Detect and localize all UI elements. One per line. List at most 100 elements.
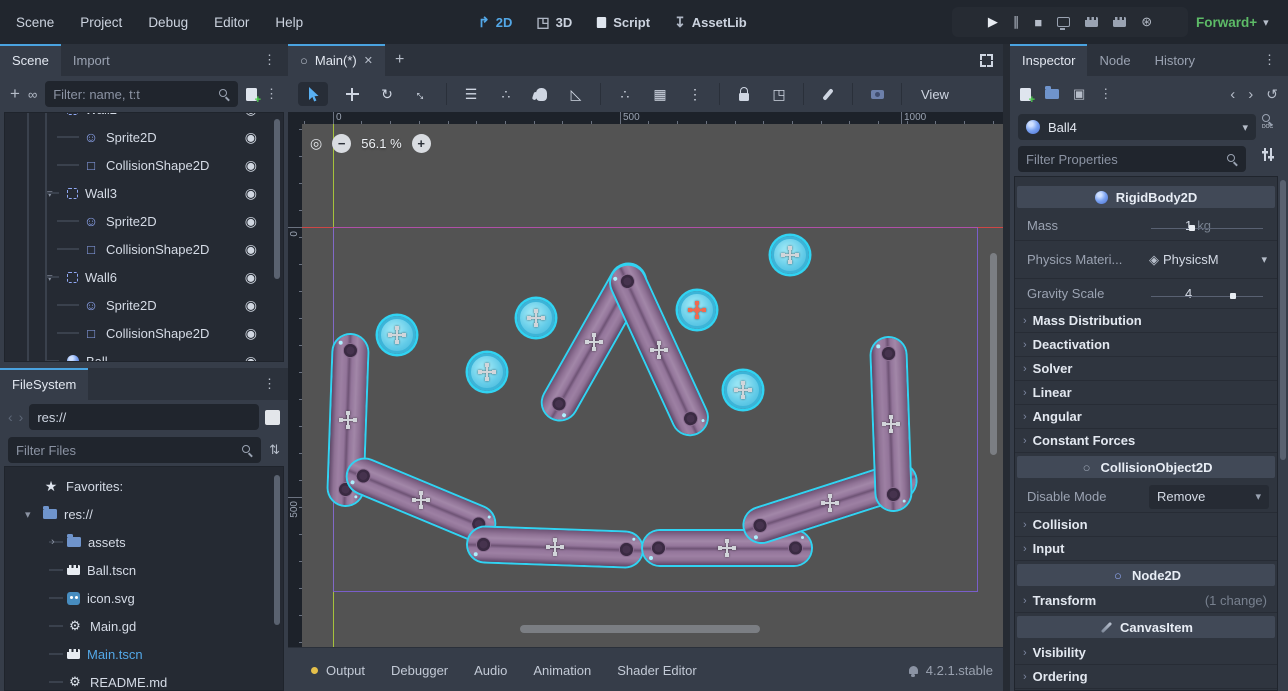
select-tool-button[interactable]: [298, 82, 328, 106]
history-forward-icon[interactable]: ›: [19, 409, 24, 425]
toggle-split-mode-button[interactable]: [265, 410, 280, 425]
remote-debug-icon[interactable]: [1057, 17, 1070, 27]
menu-help[interactable]: Help: [275, 15, 303, 30]
tab-inspector-menu-icon[interactable]: ⋮: [1263, 52, 1276, 68]
tree-row-collisionshape2d[interactable]: □CollisionShape2D◉: [5, 151, 283, 179]
file-row-favorites-[interactable]: ★Favorites:: [5, 472, 283, 500]
tree-row-sprite2d[interactable]: ☺Sprite2D◉: [5, 291, 283, 319]
workspace-script[interactable]: Script: [596, 15, 650, 30]
vertical-scrollbar[interactable]: [990, 253, 997, 455]
zoom-out-button[interactable]: −: [332, 134, 351, 153]
tab-scene-dock-scene[interactable]: Scene: [0, 44, 61, 76]
group-mass-distribution[interactable]: ›Mass Distribution: [1015, 309, 1277, 333]
tree-row-collisionshape2d[interactable]: □CollisionShape2D◉: [5, 319, 283, 347]
menu-scene[interactable]: Scene: [16, 15, 54, 30]
file-list-scrollbar[interactable]: [274, 475, 280, 625]
inspector-scrollbar[interactable]: [1280, 180, 1286, 460]
tab-scene-dock-import[interactable]: Import: [61, 44, 122, 76]
position-tool-icon[interactable]: ∴: [495, 82, 517, 106]
tab-inspector-inspector[interactable]: Inspector: [1010, 44, 1087, 76]
file-filter-input[interactable]: Filter Files: [8, 437, 261, 463]
new-scene-tab-button[interactable]: +: [395, 51, 404, 69]
visibility-toggle-icon[interactable]: ◉: [245, 241, 257, 258]
transform-gizmo[interactable]: [412, 491, 430, 509]
spin-slider[interactable]: 1kg: [1149, 218, 1277, 233]
spin-slider[interactable]: 4: [1149, 286, 1277, 301]
tab-filesystem-menu-icon[interactable]: ⋮: [263, 376, 276, 392]
transform-gizmo[interactable]: [650, 341, 668, 359]
resource-picker[interactable]: ◈PhysicsM▾: [1149, 252, 1277, 268]
tab-inspector-node[interactable]: Node: [1087, 44, 1142, 76]
tree-row-ball[interactable]: Ball◉: [5, 347, 283, 362]
group-input[interactable]: ›Input: [1015, 537, 1277, 561]
group-angular[interactable]: ›Angular: [1015, 405, 1277, 429]
sort-files-icon[interactable]: ⇅: [269, 442, 280, 458]
visibility-toggle-icon[interactable]: ◉: [245, 129, 257, 146]
transform-gizmo[interactable]: [478, 363, 496, 381]
transform-gizmo[interactable]: [718, 539, 736, 557]
file-row-icon-svg[interactable]: icon.svg: [5, 584, 283, 612]
transform-gizmo[interactable]: [781, 246, 799, 264]
view-menu[interactable]: View: [915, 87, 955, 102]
transform-gizmo[interactable]: [527, 309, 545, 327]
rotate-tool-icon[interactable]: ↻: [376, 82, 398, 106]
file-row-main-tscn[interactable]: Main.tscn: [5, 640, 283, 668]
zoom-in-button[interactable]: +: [412, 134, 431, 153]
bottom-tab-audio[interactable]: Audio: [461, 648, 520, 691]
visibility-toggle-icon[interactable]: ◉: [245, 112, 257, 118]
transform-gizmo[interactable]: [734, 381, 752, 399]
visibility-toggle-icon[interactable]: ◉: [245, 185, 257, 202]
bottom-tab-animation[interactable]: Animation: [520, 648, 604, 691]
bottom-tab-output[interactable]: Output: [298, 648, 378, 691]
menu-project[interactable]: Project: [80, 15, 122, 30]
menu-editor[interactable]: Editor: [214, 15, 249, 30]
visibility-toggle-icon[interactable]: ◉: [245, 269, 257, 286]
transform-gizmo[interactable]: [585, 333, 603, 351]
workspace-2d[interactable]: ↱2D: [478, 14, 512, 31]
snapping-options-icon[interactable]: ⋮: [684, 82, 706, 106]
lock-icon[interactable]: [739, 93, 749, 101]
tab-filesystem-filesystem[interactable]: FileSystem: [0, 368, 88, 400]
edit-forward-icon[interactable]: ›: [1248, 86, 1253, 103]
property-filter-input[interactable]: Filter Properties: [1018, 146, 1246, 172]
play-button[interactable]: ▶: [988, 14, 998, 30]
open-documentation-button[interactable]: DOC: [1262, 114, 1273, 129]
tree-row-wall3[interactable]: ▾Wall3◉: [5, 179, 283, 207]
tree-row-collisionshape2d[interactable]: □CollisionShape2D◉: [5, 235, 283, 263]
workspace-3d[interactable]: ◳3D: [536, 14, 572, 31]
slider-handle[interactable]: [1189, 225, 1195, 231]
tree-row-wall2[interactable]: ▾Wall2◉: [5, 112, 283, 123]
play-custom-scene-button[interactable]: [1113, 17, 1126, 27]
notification-bell-icon[interactable]: [909, 666, 918, 674]
file-row-main-gd[interactable]: ⚙Main.gd: [5, 612, 283, 640]
file-row-assets[interactable]: ›assets: [5, 528, 283, 556]
transform-gizmo[interactable]: [821, 494, 839, 512]
file-row-ball-tscn[interactable]: Ball.tscn: [5, 556, 283, 584]
visibility-toggle-icon[interactable]: ◉: [245, 353, 257, 363]
visibility-toggle-icon[interactable]: ◉: [245, 297, 257, 314]
grid-snap-icon[interactable]: ▦: [649, 82, 671, 106]
transform-gizmo[interactable]: [339, 411, 357, 429]
tab-main-scene[interactable]: ○ Main(*) ✕: [288, 44, 385, 76]
group-collision[interactable]: ›Collision: [1015, 513, 1277, 537]
stop-button[interactable]: ■: [1034, 15, 1042, 30]
zoom-percent[interactable]: 56.1 %: [361, 136, 401, 151]
property-tools-icon[interactable]: [1262, 148, 1274, 161]
object-history-icon[interactable]: ↺: [1266, 86, 1278, 103]
scene-dock-menu-icon[interactable]: ⋮: [265, 86, 278, 102]
save-resource-icon[interactable]: ▣: [1073, 86, 1085, 102]
transform-gizmo[interactable]: [882, 415, 900, 433]
load-resource-icon[interactable]: [1045, 89, 1059, 99]
group-visibility[interactable]: ›Visibility: [1015, 641, 1277, 665]
move-tool-icon[interactable]: [346, 88, 359, 101]
tab-scene-dock-menu-icon[interactable]: ⋮: [263, 52, 276, 68]
group-ordering[interactable]: ›Ordering: [1015, 665, 1277, 689]
resource-menu-icon[interactable]: ⋮: [1099, 86, 1112, 102]
center-view-icon[interactable]: ◎: [310, 135, 322, 152]
ruler-tool-icon[interactable]: ◺: [565, 82, 587, 106]
menu-debug[interactable]: Debug: [148, 15, 188, 30]
new-resource-button[interactable]: +: [1020, 88, 1031, 101]
group-constant-forces[interactable]: ›Constant Forces: [1015, 429, 1277, 453]
pause-button[interactable]: ∥: [1013, 14, 1020, 30]
visibility-toggle-icon[interactable]: ◉: [245, 325, 257, 342]
